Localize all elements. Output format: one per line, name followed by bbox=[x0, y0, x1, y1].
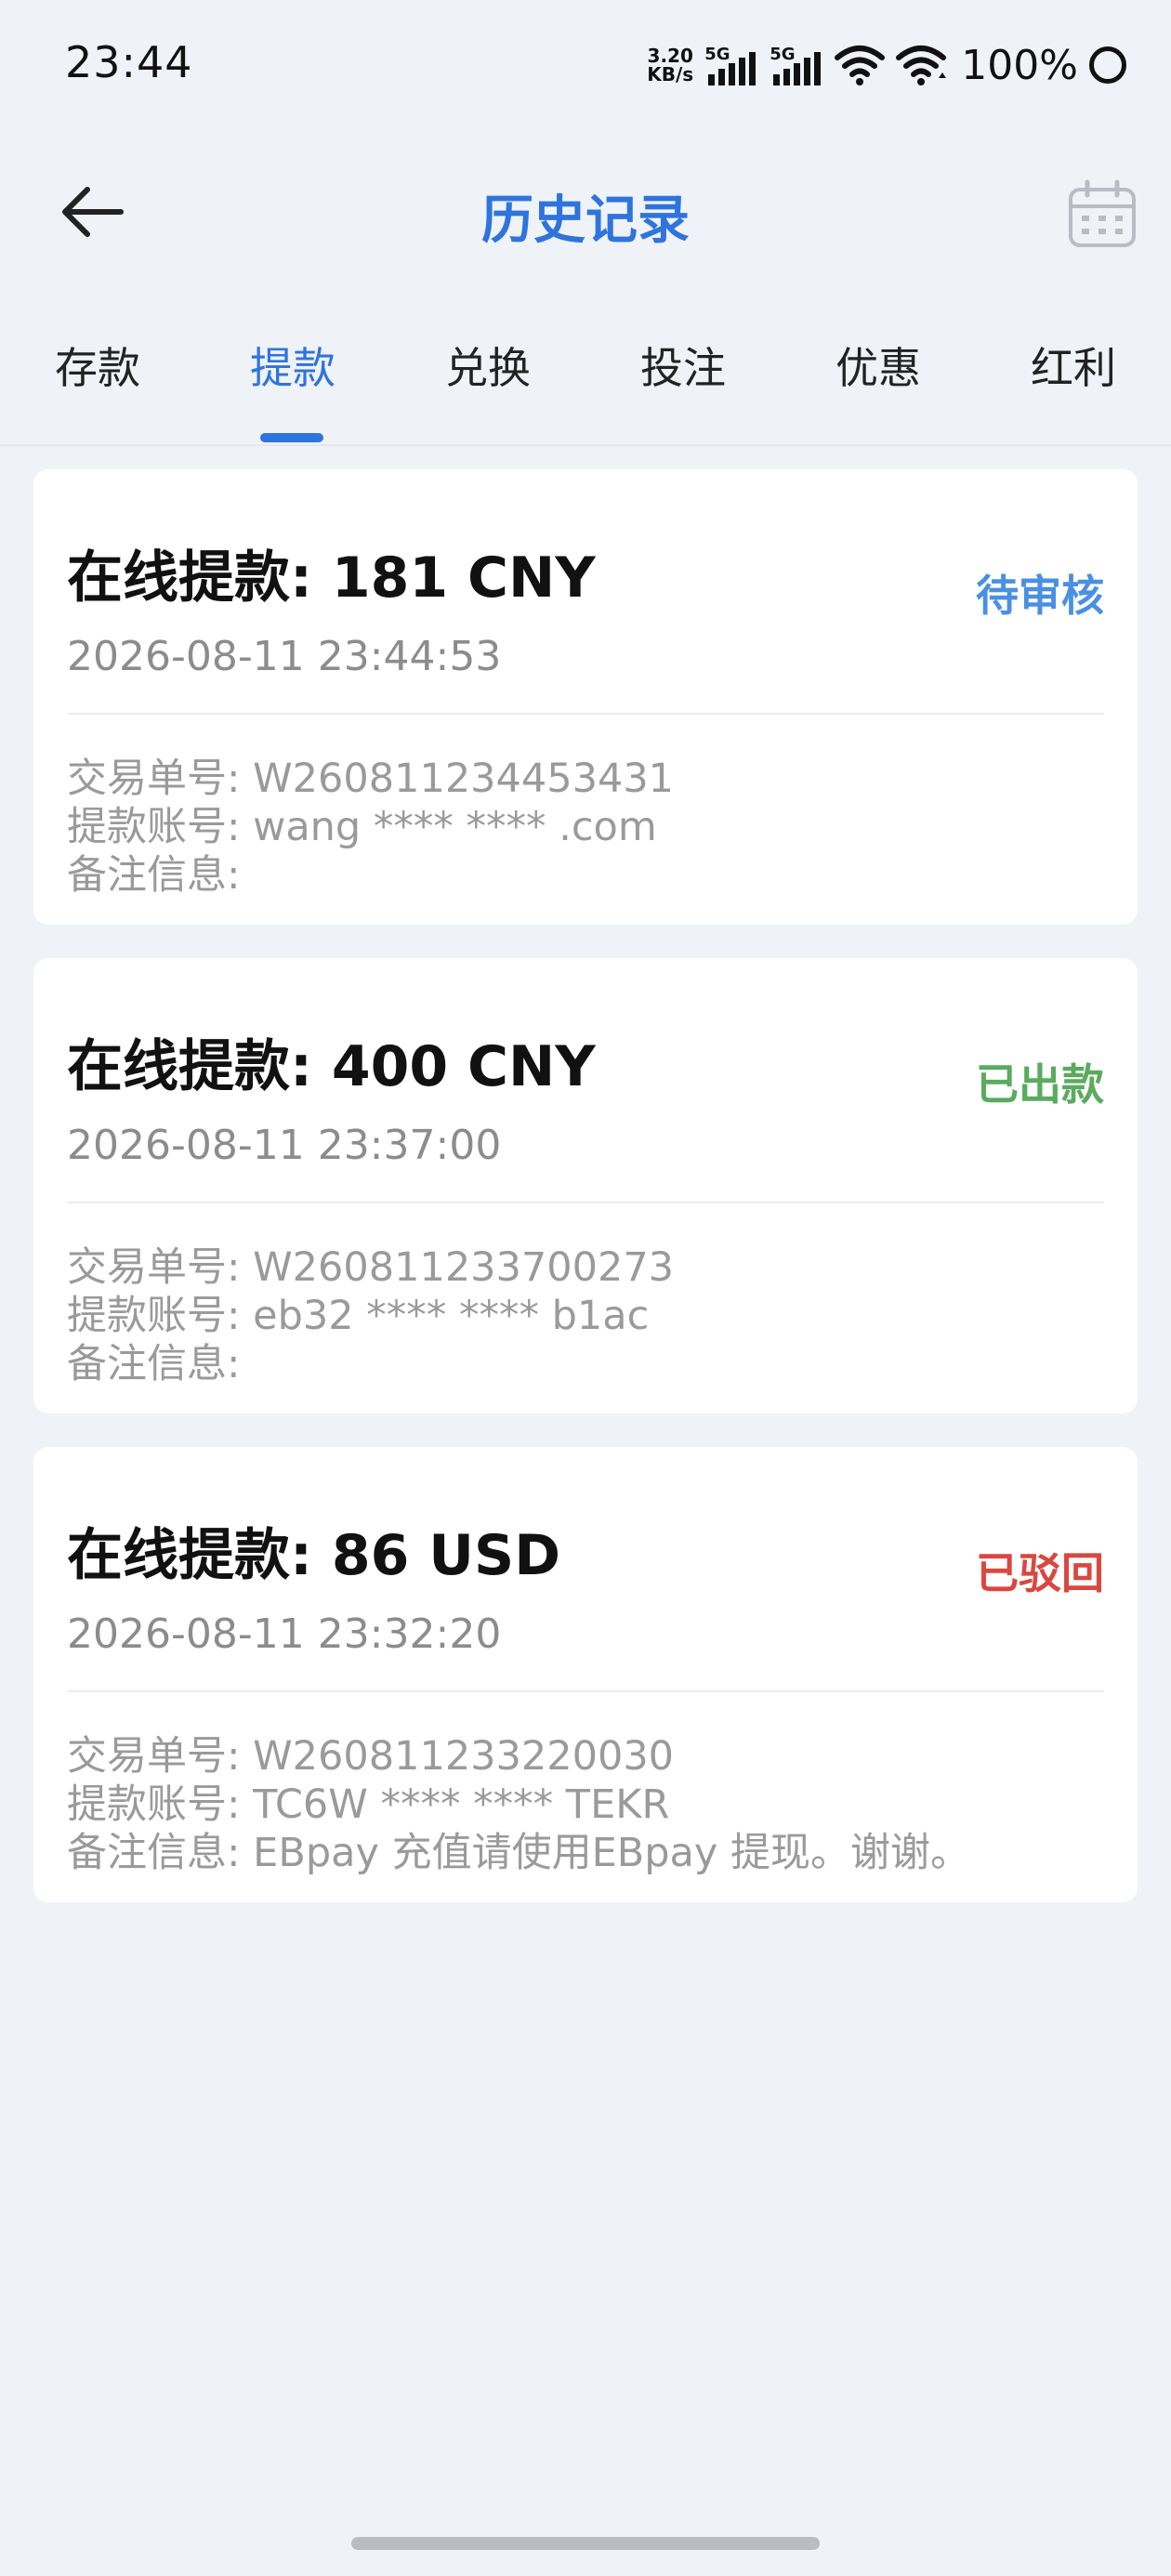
record-time: 2026-08-11 23:32:20 bbox=[67, 1610, 502, 1658]
battery-icon bbox=[1089, 46, 1126, 84]
remark: 备注信息: bbox=[67, 1341, 241, 1387]
app-header: 历史记录 bbox=[0, 149, 1171, 279]
signal-icon: 5G bbox=[704, 45, 758, 85]
battery-level: 100% bbox=[961, 41, 1078, 89]
remark: 备注信息: EBpay 充值请使用EBpay 提现。谢谢。 bbox=[67, 1830, 971, 1876]
calendar-button[interactable] bbox=[1065, 177, 1139, 251]
status-time: 23:44 bbox=[65, 37, 193, 87]
signal-icon: 5G bbox=[770, 45, 823, 85]
wifi-icon bbox=[835, 46, 886, 85]
tab-exchange[interactable]: 兑换 bbox=[414, 335, 562, 396]
tab-promotions[interactable]: 优惠 bbox=[804, 335, 953, 396]
tab-withdraw[interactable]: 提款 bbox=[218, 335, 367, 396]
network-speed: 3.20 KB/s bbox=[647, 46, 693, 84]
home-indicator[interactable] bbox=[351, 2537, 820, 2550]
record-card[interactable]: 在线提款: 181 CNY 待审核 2026-08-11 23:44:53 交易… bbox=[33, 469, 1138, 925]
status-badge: 已驳回 bbox=[976, 1548, 1104, 1598]
tab-deposit[interactable]: 存款 bbox=[23, 335, 172, 396]
tab-bets[interactable]: 投注 bbox=[609, 335, 757, 396]
status-badge: 待审核 bbox=[976, 571, 1104, 621]
status-badge: 已出款 bbox=[976, 1059, 1104, 1110]
divider bbox=[67, 1202, 1104, 1203]
tabs-divider bbox=[0, 444, 1171, 446]
active-tab-indicator bbox=[260, 433, 323, 442]
record-title: 在线提款: 400 CNY bbox=[67, 1034, 596, 1099]
network-speed-unit: KB/s bbox=[647, 63, 694, 85]
status-icons: 3.20 KB/s 5G 5G 100% bbox=[647, 37, 1126, 93]
record-title: 在线提款: 86 USD bbox=[67, 1523, 561, 1588]
network-speed-value: 3.20 bbox=[647, 45, 693, 67]
divider bbox=[67, 1690, 1104, 1692]
calendar-icon bbox=[1069, 179, 1136, 247]
status-bar: 23:44 3.20 KB/s 5G 5G 100% bbox=[0, 0, 1171, 130]
record-card[interactable]: 在线提款: 400 CNY 已出款 2026-08-11 23:37:00 交易… bbox=[33, 958, 1138, 1413]
wifi-icon bbox=[896, 46, 947, 85]
page-title: 历史记录 bbox=[481, 191, 690, 251]
record-title: 在线提款: 181 CNY bbox=[67, 545, 596, 611]
remark: 备注信息: bbox=[67, 852, 241, 899]
tab-bonus[interactable]: 红利 bbox=[999, 335, 1148, 396]
category-tabs: 存款 提款 兑换 投注 优惠 红利 bbox=[0, 307, 1171, 446]
divider bbox=[67, 713, 1104, 715]
record-card[interactable]: 在线提款: 86 USD 已驳回 2026-08-11 23:32:20 交易单… bbox=[33, 1447, 1138, 1902]
record-time: 2026-08-11 23:37:00 bbox=[67, 1122, 502, 1169]
record-time: 2026-08-11 23:44:53 bbox=[67, 633, 502, 680]
